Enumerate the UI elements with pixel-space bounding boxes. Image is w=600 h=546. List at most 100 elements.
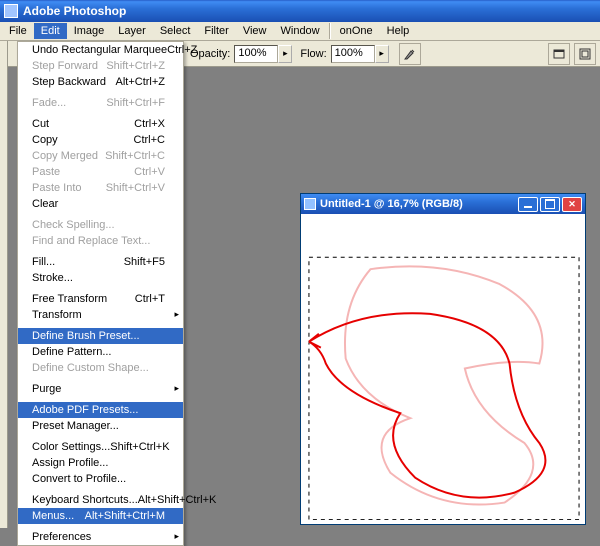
menu-separator xyxy=(19,325,182,326)
document-titlebar[interactable]: Untitled-1 @ 16,7% (RGB/8) xyxy=(301,193,585,214)
menu-item-label: Preset Manager... xyxy=(32,420,119,432)
opacity-field[interactable]: 100% xyxy=(234,45,278,63)
menu-item-shortcut: Ctrl+C xyxy=(134,134,165,146)
document-canvas[interactable] xyxy=(301,214,585,524)
edit-menu-transform[interactable]: Transform xyxy=(18,307,183,323)
menu-item-shortcut: Alt+Shift+Ctrl+K xyxy=(138,494,217,506)
menu-item-label: Transform xyxy=(32,309,82,321)
flow-field[interactable]: 100% xyxy=(331,45,375,63)
menubar: File Edit Image Layer Select Filter View… xyxy=(0,22,600,41)
edit-menu-assign-profile[interactable]: Assign Profile... xyxy=(18,455,183,471)
edit-menu-keyboard-shortcuts[interactable]: Keyboard Shortcuts...Alt+Shift+Ctrl+K xyxy=(18,492,183,508)
menu-item-shortcut: Ctrl+V xyxy=(134,166,165,178)
edit-menu-color-settings[interactable]: Color Settings...Shift+Ctrl+K xyxy=(18,439,183,455)
menu-filter[interactable]: Filter xyxy=(197,23,235,39)
menu-item-shortcut: Shift+Ctrl+Z xyxy=(106,60,165,72)
menu-item-label: Paste Into xyxy=(32,182,82,194)
menu-image[interactable]: Image xyxy=(67,23,112,39)
menu-item-shortcut: Ctrl+Z xyxy=(167,44,197,56)
edit-menu-check-spelling: Check Spelling... xyxy=(18,217,183,233)
edit-menu-preferences[interactable]: Preferences xyxy=(18,529,183,545)
edit-menu-clear[interactable]: Clear xyxy=(18,196,183,212)
menu-item-shortcut: Shift+Ctrl+V xyxy=(106,182,165,194)
airbrush-button[interactable] xyxy=(399,43,421,65)
menu-item-label: Copy xyxy=(32,134,58,146)
menu-item-shortcut: Ctrl+T xyxy=(135,293,165,305)
palette-icon xyxy=(578,47,592,61)
menu-window[interactable]: Window xyxy=(274,23,327,39)
edit-dropdown-menu: Undo Rectangular MarqueeCtrl+ZStep Forwa… xyxy=(17,41,184,546)
menu-separator xyxy=(19,436,182,437)
menu-item-label: Define Custom Shape... xyxy=(32,362,149,374)
edit-menu-define-brush-preset[interactable]: Define Brush Preset... xyxy=(18,328,183,344)
app-titlebar: Adobe Photoshop xyxy=(0,0,600,22)
menu-edit[interactable]: Edit xyxy=(34,23,67,39)
menubar-separator xyxy=(329,23,331,39)
menu-item-label: Fade... xyxy=(32,97,66,109)
menu-item-shortcut: Shift+Ctrl+K xyxy=(110,441,169,453)
edit-menu-stroke[interactable]: Stroke... xyxy=(18,270,183,286)
edit-menu-step-backward[interactable]: Step Backward Alt+Ctrl+Z xyxy=(18,74,183,90)
palette-well-button-2[interactable] xyxy=(574,43,596,65)
minimize-button[interactable] xyxy=(518,197,538,212)
close-button[interactable] xyxy=(562,197,582,212)
menu-separator xyxy=(19,214,182,215)
edit-menu-convert-to-profile[interactable]: Convert to Profile... xyxy=(18,471,183,487)
app-title: Adobe Photoshop xyxy=(23,4,126,18)
menu-item-shortcut: Alt+Ctrl+Z xyxy=(115,76,165,88)
menu-item-label: Step Forward xyxy=(32,60,98,72)
menu-item-label: Clear xyxy=(32,198,58,210)
edit-menu-define-pattern[interactable]: Define Pattern... xyxy=(18,344,183,360)
menu-item-label: Assign Profile... xyxy=(32,457,108,469)
menu-separator xyxy=(19,288,182,289)
edit-menu-find-and-replace-text: Find and Replace Text... xyxy=(18,233,183,249)
menu-view[interactable]: View xyxy=(236,23,274,39)
menu-item-label: Step Backward xyxy=(32,76,106,88)
menu-item-label: Cut xyxy=(32,118,49,130)
menu-item-label: Define Brush Preset... xyxy=(32,330,140,342)
menu-item-label: Convert to Profile... xyxy=(32,473,126,485)
menu-separator xyxy=(19,113,182,114)
menu-item-label: Preferences xyxy=(32,531,91,543)
menu-item-label: Stroke... xyxy=(32,272,73,284)
airbrush-icon xyxy=(403,47,417,61)
edit-menu-preset-manager[interactable]: Preset Manager... xyxy=(18,418,183,434)
menu-item-shortcut: Shift+F5 xyxy=(124,256,165,268)
menu-item-label: Paste xyxy=(32,166,60,178)
menu-select[interactable]: Select xyxy=(153,23,198,39)
edit-menu-cut[interactable]: Cut Ctrl+X xyxy=(18,116,183,132)
menu-item-label: Adobe PDF Presets... xyxy=(32,404,138,416)
edit-menu-menus[interactable]: Menus...Alt+Shift+Ctrl+M xyxy=(18,508,183,524)
canvas-artwork xyxy=(301,214,585,524)
edit-menu-adobe-pdf-presets[interactable]: Adobe PDF Presets... xyxy=(18,402,183,418)
menu-help[interactable]: Help xyxy=(380,23,417,39)
menu-separator xyxy=(19,399,182,400)
menu-item-label: Find and Replace Text... xyxy=(32,235,150,247)
menu-separator xyxy=(19,489,182,490)
edit-menu-free-transform[interactable]: Free TransformCtrl+T xyxy=(18,291,183,307)
menu-onone[interactable]: onOne xyxy=(333,23,380,39)
opacity-dropdown[interactable]: ▸ xyxy=(278,45,292,63)
flow-dropdown[interactable]: ▸ xyxy=(375,45,389,63)
edit-menu-purge[interactable]: Purge xyxy=(18,381,183,397)
menu-item-label: Keyboard Shortcuts... xyxy=(32,494,138,506)
document-title: Untitled-1 @ 16,7% (RGB/8) xyxy=(320,198,463,210)
toolbox-sliver xyxy=(0,41,8,528)
menu-item-label: Fill... xyxy=(32,256,55,268)
edit-menu-fill[interactable]: Fill... Shift+F5 xyxy=(18,254,183,270)
edit-menu-undo-rectangular-marquee[interactable]: Undo Rectangular MarqueeCtrl+Z xyxy=(18,42,183,58)
menu-file[interactable]: File xyxy=(2,23,34,39)
palette-icon xyxy=(552,47,566,61)
menu-item-label: Undo Rectangular Marquee xyxy=(32,44,167,56)
menu-item-shortcut: Shift+Ctrl+C xyxy=(105,150,165,162)
palette-well-button-1[interactable] xyxy=(548,43,570,65)
maximize-button[interactable] xyxy=(540,197,560,212)
edit-menu-copy[interactable]: Copy Ctrl+C xyxy=(18,132,183,148)
menu-item-shortcut: Ctrl+X xyxy=(134,118,165,130)
edit-menu-paste: Paste Ctrl+V xyxy=(18,164,183,180)
document-window[interactable]: Untitled-1 @ 16,7% (RGB/8) xyxy=(300,193,586,525)
menu-separator xyxy=(19,251,182,252)
edit-menu-step-forward: Step Forward Shift+Ctrl+Z xyxy=(18,58,183,74)
edit-menu-fade: Fade...Shift+Ctrl+F xyxy=(18,95,183,111)
menu-layer[interactable]: Layer xyxy=(111,23,153,39)
